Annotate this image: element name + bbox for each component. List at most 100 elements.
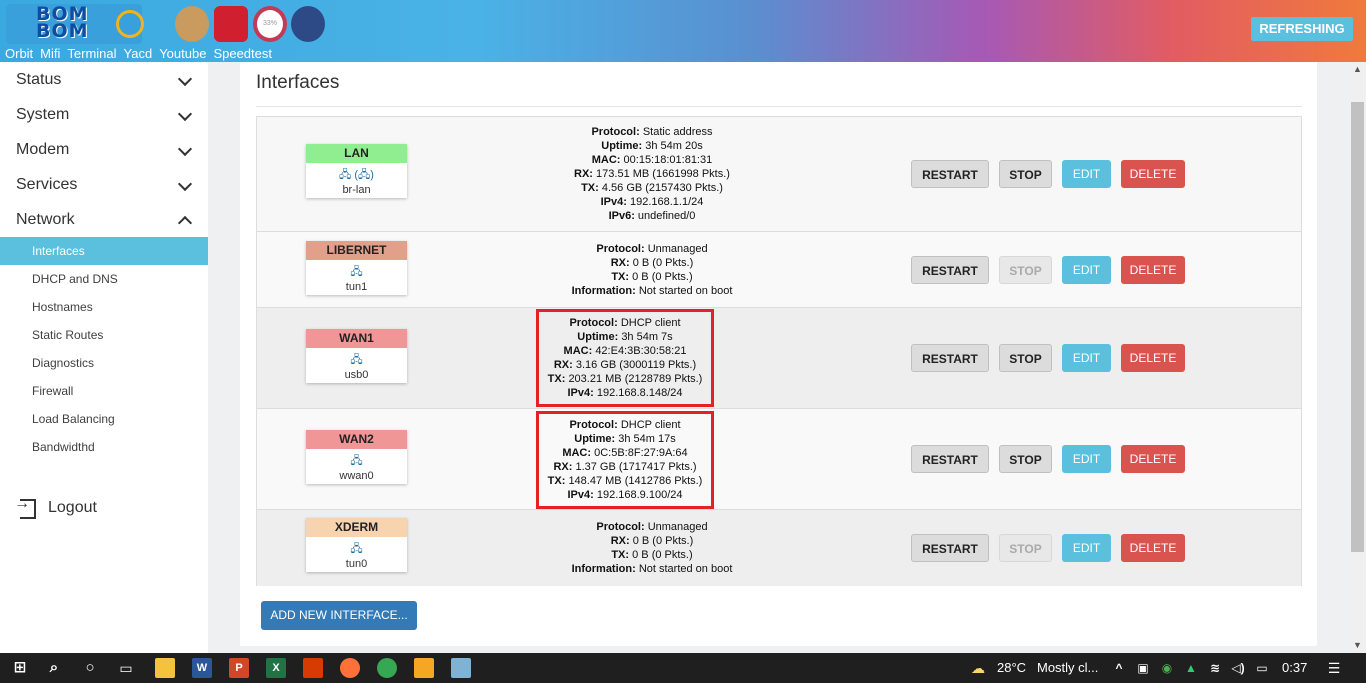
menu-network[interactable]: Network [0, 202, 208, 237]
interface-badge-libernet: LIBERNET 🖧 tun1 [306, 241, 407, 295]
info-line: Protocol: Unmanaged [596, 243, 708, 255]
menu-services[interactable]: Services [0, 167, 208, 202]
powerpoint-icon[interactable]: P [229, 658, 249, 678]
red-monster-icon[interactable] [214, 6, 248, 42]
edit-button[interactable]: EDIT [1062, 160, 1111, 188]
top-links: Orbit Mifi Terminal Yacd Youtube Speedte… [5, 46, 272, 61]
edit-button[interactable]: EDIT [1062, 344, 1111, 372]
link-orbit[interactable]: Orbit [5, 46, 33, 61]
info-line: RX: 3.16 GB (3000119 Pkts.) [553, 359, 697, 371]
sidebar-item-bandwidthd[interactable]: Bandwidthd [0, 433, 208, 461]
excel-icon[interactable]: X [266, 658, 286, 678]
table-row: XDERM 🖧 tun0 Protocol: Unmanaged RX: 0 B… [257, 510, 1301, 586]
meet-now-icon[interactable]: ▣ [1133, 658, 1153, 678]
stop-button[interactable]: STOP [999, 445, 1052, 473]
search-icon[interactable]: ⌕ [44, 658, 64, 678]
vertical-scrollbar[interactable]: ▲ ▼ [1349, 62, 1366, 653]
sidebar-item-firewall[interactable]: Firewall [0, 377, 208, 405]
sidebar-item-diagnostics[interactable]: Diagnostics [0, 349, 208, 377]
stop-button-disabled: STOP [999, 256, 1052, 284]
task-view-icon[interactable]: ▭ [116, 658, 136, 678]
delete-button[interactable]: DELETE [1121, 256, 1185, 284]
link-mifi[interactable]: Mifi [40, 46, 60, 61]
volume-icon[interactable]: ◁) [1228, 658, 1248, 678]
scrollbar-thumb[interactable] [1351, 102, 1364, 552]
chrome-icon[interactable] [377, 658, 397, 678]
notification-icon[interactable]: ☰ [1324, 658, 1344, 678]
weather-icon[interactable]: ☁ [968, 658, 988, 678]
ethernet-icon: 🖧 [350, 543, 363, 555]
edit-button[interactable]: EDIT [1062, 256, 1111, 284]
file-explorer-icon[interactable] [155, 658, 175, 678]
owl-mascot-icon[interactable] [175, 6, 209, 42]
bombom-logo[interactable]: BOM BOM [6, 4, 144, 44]
delete-button[interactable]: DELETE [1121, 534, 1185, 562]
stop-button[interactable]: STOP [999, 160, 1052, 188]
sidebar-item-interfaces[interactable]: Interfaces [0, 237, 208, 265]
interface-device: tun0 [345, 558, 368, 570]
gauge-icon[interactable]: 33% [253, 6, 287, 42]
notepad-icon[interactable] [451, 658, 471, 678]
info-line: IPv6: undefined/0 [608, 210, 696, 222]
cortana-icon[interactable]: ○ [80, 658, 100, 678]
interface-name: XDERM [306, 518, 407, 537]
windows-start-icon[interactable]: ⊞ [10, 658, 30, 678]
info-line: RX: 1.37 GB (1717417 Pkts.) [553, 461, 697, 473]
sidebar-item-hostnames[interactable]: Hostnames [0, 293, 208, 321]
row-actions: RESTART STOP EDIT DELETE [911, 256, 1185, 284]
menu-label: Status [16, 71, 62, 88]
interface-name: LIBERNET [306, 241, 407, 260]
menu-modem[interactable]: Modem [0, 132, 208, 167]
restart-button[interactable]: RESTART [911, 534, 989, 562]
network-app-icon[interactable]: ◉ [1157, 658, 1177, 678]
row-actions: RESTART STOP EDIT DELETE [911, 445, 1185, 473]
refreshing-badge[interactable]: REFRESHING [1251, 17, 1353, 41]
stop-button[interactable]: STOP [999, 344, 1052, 372]
interface-info: Protocol: Unmanaged RX: 0 B (0 Pkts.) TX… [537, 520, 767, 576]
firefox-icon[interactable] [340, 658, 360, 678]
restart-button[interactable]: RESTART [911, 344, 989, 372]
restart-button[interactable]: RESTART [911, 445, 989, 473]
interface-info-highlighted: Protocol: DHCP client Uptime: 3h 54m 17s… [536, 411, 714, 509]
row-actions: RESTART STOP EDIT DELETE [911, 160, 1185, 188]
menu-status[interactable]: Status [0, 62, 208, 97]
info-line: Uptime: 3h 54m 20s [601, 140, 703, 152]
clock: 0:37 [1282, 660, 1308, 675]
chevron-up-icon[interactable]: ^ [1109, 658, 1129, 678]
info-line: TX: 0 B (0 Pkts.) [611, 271, 693, 283]
interface-badge-wan2: WAN2 🖧 wwan0 [306, 430, 407, 484]
add-new-interface-button[interactable]: ADD NEW INTERFACE... [261, 601, 417, 630]
logout-button[interactable]: Logout [14, 495, 97, 519]
scroll-up-arrow-icon[interactable]: ▲ [1353, 64, 1362, 74]
sidebar-item-dhcp-dns[interactable]: DHCP and DNS [0, 265, 208, 293]
link-youtube[interactable]: Youtube [159, 46, 206, 61]
sidebar-item-load-balancing[interactable]: Load Balancing [0, 405, 208, 433]
edit-button[interactable]: EDIT [1062, 445, 1111, 473]
table-row: WAN1 🖧 usb0 Protocol: DHCP client Uptime… [257, 308, 1301, 409]
scroll-down-arrow-icon[interactable]: ▼ [1353, 640, 1362, 650]
link-yacd[interactable]: Yacd [124, 46, 153, 61]
restart-button[interactable]: RESTART [911, 256, 989, 284]
wifi-icon[interactable]: ≋ [1205, 658, 1225, 678]
office-icon[interactable] [303, 658, 323, 678]
sidebar-item-static-routes[interactable]: Static Routes [0, 321, 208, 349]
menu-label: Services [16, 176, 78, 193]
info-line: RX: 173.51 MB (1661998 Pkts.) [574, 168, 730, 180]
word-icon[interactable]: W [192, 658, 212, 678]
battery-icon[interactable]: ▭ [1252, 658, 1272, 678]
info-line: RX: 0 B (0 Pkts.) [610, 535, 694, 547]
link-terminal[interactable]: Terminal [67, 46, 116, 61]
menu-system[interactable]: System [0, 97, 208, 132]
cartoon-character-icon[interactable] [291, 6, 325, 42]
nvidia-icon[interactable]: ▲ [1181, 658, 1201, 678]
restart-button[interactable]: RESTART [911, 160, 989, 188]
info-line: Protocol: Unmanaged [596, 521, 708, 533]
table-row: WAN2 🖧 wwan0 Protocol: DHCP client Uptim… [257, 409, 1301, 510]
delete-button[interactable]: DELETE [1121, 160, 1185, 188]
edit-button[interactable]: EDIT [1062, 534, 1111, 562]
delete-button[interactable]: DELETE [1121, 344, 1185, 372]
link-speedtest[interactable]: Speedtest [213, 46, 272, 61]
logout-icon [14, 495, 36, 519]
delete-button[interactable]: DELETE [1121, 445, 1185, 473]
app-icon[interactable] [414, 658, 434, 678]
